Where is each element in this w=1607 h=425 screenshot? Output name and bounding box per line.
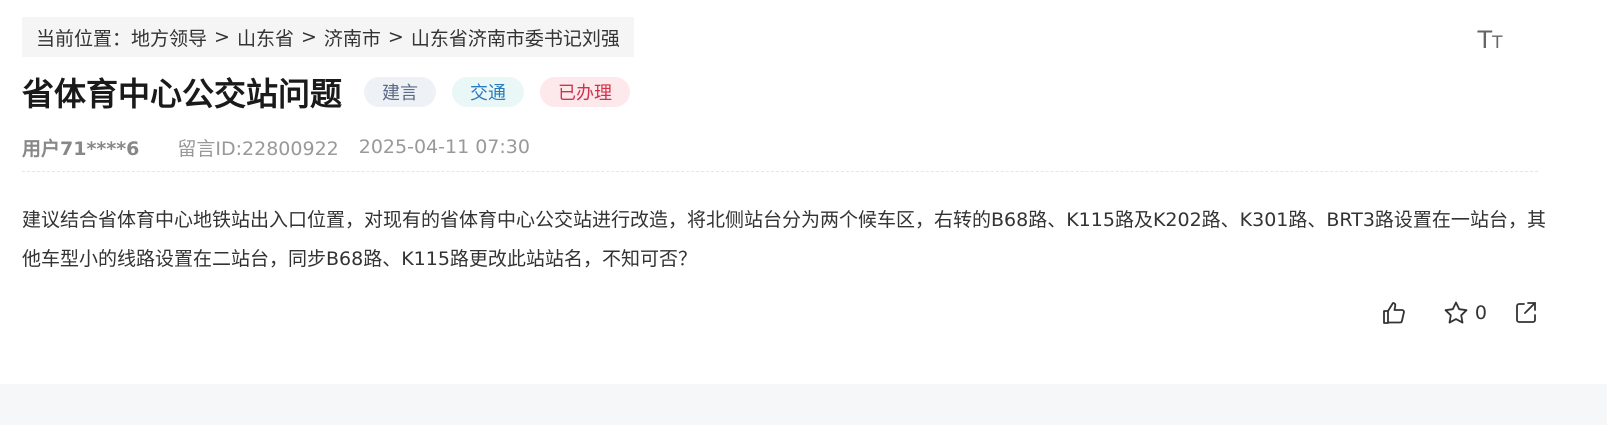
breadcrumb-prefix: 当前位置：	[36, 27, 132, 50]
meta-row: 用户71****6 留言ID:22800922 2025-04-11 07:30	[22, 133, 530, 161]
thumbs-up-icon	[1381, 300, 1407, 326]
breadcrumb-item-province[interactable]: 山东省	[237, 24, 294, 51]
status-badge: 已办理	[540, 77, 631, 107]
breadcrumb-item-city[interactable]: 济南市	[324, 24, 381, 51]
breadcrumb-item-leader[interactable]: 山东省济南市委书记刘强	[411, 24, 620, 51]
breadcrumb: 当前位置： 地方领导 > 山东省 > 济南市 > 山东省济南市委书记刘强	[22, 17, 634, 57]
breadcrumb-item-local-leaders[interactable]: 地方领导	[131, 24, 207, 51]
share-button[interactable]	[1513, 300, 1539, 326]
tag-type: 建言	[364, 77, 437, 107]
message-id: 留言ID:22800922	[177, 137, 339, 160]
footer-band	[0, 384, 1607, 425]
author-name: 用户71****6	[22, 137, 140, 160]
action-bar: 0	[1381, 296, 1539, 330]
favorite-count: 0	[1474, 302, 1487, 324]
page-title: 省体育中心公交站问题	[22, 75, 343, 113]
breadcrumb-separator: >	[214, 26, 230, 48]
font-size-icon-small: T	[1492, 33, 1503, 53]
breadcrumb-separator: >	[300, 26, 317, 48]
favorite-button[interactable]: 0	[1443, 300, 1487, 326]
share-icon	[1513, 300, 1539, 326]
message-content: 建议结合省体育中心地铁站出入口位置，对现有的省体育中心公交站进行改造，将北侧站台…	[22, 209, 1546, 270]
message-detail-page: 当前位置： 地方领导 > 山东省 > 济南市 > 山东省济南市委书记刘强 T T…	[0, 0, 1607, 425]
post-datetime: 2025-04-11 07:30	[358, 136, 530, 158]
breadcrumb-separator: >	[387, 26, 404, 48]
like-button[interactable]	[1381, 300, 1407, 326]
font-size-icon-large: T	[1477, 26, 1493, 54]
font-size-toggle-button[interactable]: T T	[1475, 26, 1505, 52]
divider	[22, 171, 1538, 172]
title-row: 省体育中心公交站问题 建言 交通 已办理	[22, 70, 646, 114]
star-icon	[1443, 300, 1469, 326]
tag-category: 交通	[452, 77, 525, 107]
